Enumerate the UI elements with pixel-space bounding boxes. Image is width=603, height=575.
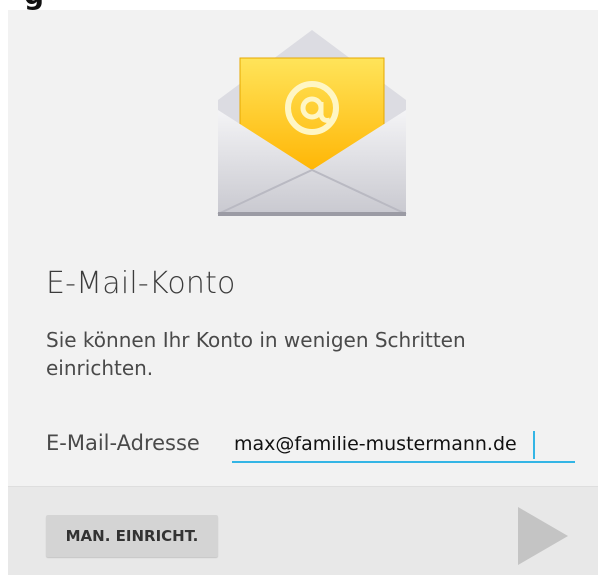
email-setup-screen: E-Mail-Konto Sie können Ihr Konto in wen… [8, 10, 598, 575]
page-title: E-Mail-Konto [46, 266, 236, 301]
footer-bar: MAN. EINRICHT. [8, 486, 598, 575]
play-triangle-icon [518, 507, 568, 565]
cropped-heading-fragment: g [24, 0, 44, 10]
manual-setup-button[interactable]: MAN. EINRICHT. [46, 515, 218, 557]
top-strip: g [0, 0, 603, 10]
email-field[interactable] [232, 427, 575, 463]
text-cursor [533, 431, 535, 459]
setup-description: Sie können Ihr Konto in wenigen Schritte… [46, 328, 466, 380]
email-envelope-at-icon [217, 30, 407, 216]
next-button[interactable] [504, 501, 576, 571]
email-field-label: E-Mail-Adresse [46, 431, 200, 455]
